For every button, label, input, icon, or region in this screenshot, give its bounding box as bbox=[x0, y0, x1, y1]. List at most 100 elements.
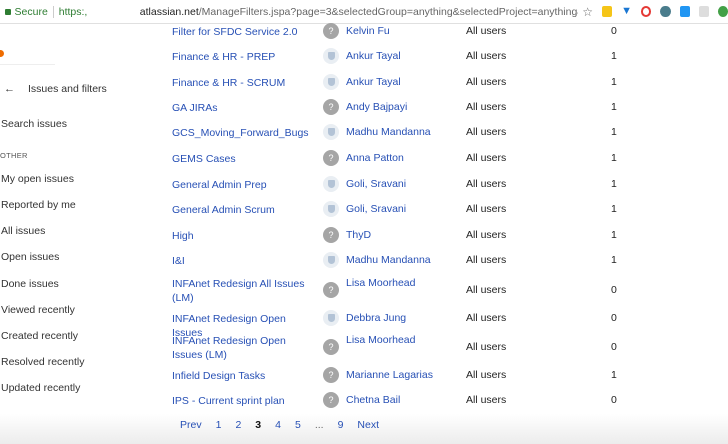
owner-link[interactable]: Ankur Tayal bbox=[346, 50, 401, 62]
owner-link[interactable]: Lisa Moorhead bbox=[346, 277, 415, 289]
avatar: ? bbox=[323, 282, 339, 298]
owner-link[interactable]: Madhu Mandanna bbox=[346, 254, 431, 266]
owner-link[interactable]: ThyD bbox=[346, 229, 371, 241]
shared-with: All users bbox=[466, 341, 507, 353]
sidebar-item[interactable]: All issues bbox=[1, 225, 45, 237]
page-link[interactable]: 9 bbox=[338, 419, 344, 431]
filter-name-link[interactable]: Finance & HR - SCRUM bbox=[172, 76, 317, 90]
secure-label: Secure bbox=[14, 5, 48, 18]
shared-with: All users bbox=[466, 369, 507, 381]
sidebar-item[interactable]: Reported by me bbox=[1, 199, 76, 211]
shared-with: All users bbox=[466, 126, 507, 138]
owner-link[interactable]: Kelvin Fu bbox=[346, 25, 390, 37]
filter-name-link[interactable]: GA JIRAs bbox=[172, 101, 317, 115]
filter-name-link[interactable]: GEMS Cases bbox=[172, 152, 317, 166]
pagination: Prev 1 2 3 4 5... 9 Next bbox=[180, 419, 393, 431]
filter-name-link[interactable]: General Admin Prep bbox=[172, 178, 317, 192]
address-bar[interactable]: Secure https:, atlassian.net/ManageFilte… bbox=[0, 0, 728, 24]
filter-name-link[interactable]: Finance & HR - PREP bbox=[172, 50, 317, 64]
favourite-count: 1 bbox=[611, 76, 617, 88]
filter-name-link[interactable]: I&I bbox=[172, 254, 317, 268]
extension-icon[interactable] bbox=[698, 6, 709, 17]
owner-link[interactable]: Lisa Moorhead bbox=[346, 334, 415, 346]
sidebar-item[interactable]: Done issues bbox=[1, 278, 59, 290]
shared-with: All users bbox=[466, 76, 507, 88]
favourite-count: 0 bbox=[611, 284, 617, 296]
divider bbox=[0, 64, 55, 65]
favourite-count: 0 bbox=[611, 25, 617, 37]
owner-link[interactable]: Anna Patton bbox=[346, 152, 404, 164]
filter-name-link[interactable]: INFAnet Redesign All Issues (LM) bbox=[172, 277, 317, 305]
sidebar-section-heading: OTHER bbox=[0, 151, 28, 160]
url-path: /ManageFilters.jspa?page=3&selectedGroup… bbox=[198, 5, 579, 18]
extension-icon[interactable] bbox=[602, 6, 613, 17]
avatar: ? bbox=[323, 367, 339, 383]
favourite-count: 1 bbox=[611, 369, 617, 381]
back-arrow-icon[interactable]: ← bbox=[4, 83, 15, 95]
favourite-count: 0 bbox=[611, 394, 617, 406]
owner-link[interactable]: Goli, Sravani bbox=[346, 178, 406, 190]
filter-name-link[interactable]: Filter for SFDC Service 2.0 bbox=[172, 25, 317, 39]
favourite-count: 0 bbox=[611, 312, 617, 324]
opera-icon[interactable] bbox=[641, 6, 652, 17]
divider bbox=[52, 5, 54, 18]
shared-with: All users bbox=[466, 178, 507, 190]
sidebar-item[interactable]: Created recently bbox=[1, 330, 78, 342]
extension-icon[interactable]: ▼ bbox=[621, 6, 633, 17]
avatar: ? bbox=[323, 99, 339, 115]
sidebar-item-search-issues[interactable]: Search issues bbox=[1, 118, 67, 130]
owner-link[interactable]: Goli, Sravani bbox=[346, 203, 406, 215]
filter-name-link[interactable]: INFAnet Redesign Open Issues (LM) bbox=[172, 334, 317, 362]
url-domain: atlassian.net bbox=[139, 5, 199, 18]
prev-page-link[interactable]: Prev bbox=[180, 419, 202, 431]
page-link[interactable]: 1 bbox=[216, 419, 222, 431]
favourite-count: 1 bbox=[611, 254, 617, 266]
filter-name-link[interactable]: GCS_Moving_Forward_Bugs bbox=[172, 126, 317, 140]
favourite-count: 0 bbox=[611, 341, 617, 353]
url-text[interactable]: atlassian.net/ManageFilters.jspa?page=3&… bbox=[140, 6, 578, 18]
favourite-count: 1 bbox=[611, 152, 617, 164]
sidebar-title[interactable]: Issues and filters bbox=[28, 83, 107, 95]
page-link[interactable]: 4 bbox=[275, 419, 281, 431]
filter-name-link[interactable]: General Admin Scrum bbox=[172, 203, 317, 217]
owner-link[interactable]: Marianne Lagarias bbox=[346, 369, 433, 381]
owner-link[interactable]: Andy Bajpayi bbox=[346, 101, 407, 113]
extension-icon[interactable] bbox=[679, 6, 690, 17]
lock-icon bbox=[5, 8, 11, 15]
shared-with: All users bbox=[466, 101, 507, 113]
logo-icon bbox=[0, 50, 4, 57]
owner-link[interactable]: Madhu Mandanna bbox=[346, 126, 431, 138]
avatar: ? bbox=[323, 23, 339, 39]
avatar bbox=[323, 310, 339, 326]
page-link[interactable]: 2 bbox=[235, 419, 241, 431]
favourite-count: 1 bbox=[611, 178, 617, 190]
avatar: ? bbox=[323, 150, 339, 166]
sidebar-item[interactable]: Resolved recently bbox=[1, 356, 84, 368]
shared-with: All users bbox=[466, 50, 507, 62]
sidebar: ← Issues and filters Search issues OTHER… bbox=[0, 24, 120, 424]
sidebar-item[interactable]: Open issues bbox=[1, 251, 59, 263]
owner-link[interactable]: Debbra Jung bbox=[346, 312, 406, 324]
filter-name-link[interactable]: IPS - Current sprint plan bbox=[172, 394, 317, 408]
avatar bbox=[323, 176, 339, 192]
favourite-count: 1 bbox=[611, 50, 617, 62]
shared-with: All users bbox=[466, 25, 507, 37]
bookmark-star-icon[interactable]: ☆ bbox=[582, 5, 593, 19]
shared-with: All users bbox=[466, 229, 507, 241]
owner-link[interactable]: Chetna Bail bbox=[346, 394, 400, 406]
shared-with: All users bbox=[466, 203, 507, 215]
sidebar-item[interactable]: Viewed recently bbox=[1, 304, 75, 316]
pagination-ellipsis: ... bbox=[314, 419, 324, 431]
next-page-link[interactable]: Next bbox=[357, 419, 379, 431]
grammarly-icon[interactable] bbox=[717, 6, 728, 17]
filter-name-link[interactable]: Infield Design Tasks bbox=[172, 369, 317, 383]
owner-link[interactable]: Ankur Tayal bbox=[346, 76, 401, 88]
sidebar-item[interactable]: My open issues bbox=[1, 173, 74, 185]
extension-icon[interactable] bbox=[660, 6, 671, 17]
shared-with: All users bbox=[466, 152, 507, 164]
avatar bbox=[323, 124, 339, 140]
page-link[interactable]: 5 bbox=[295, 419, 301, 431]
favourite-count: 1 bbox=[611, 203, 617, 215]
sidebar-item[interactable]: Updated recently bbox=[1, 382, 80, 394]
filter-name-link[interactable]: High bbox=[172, 229, 317, 243]
